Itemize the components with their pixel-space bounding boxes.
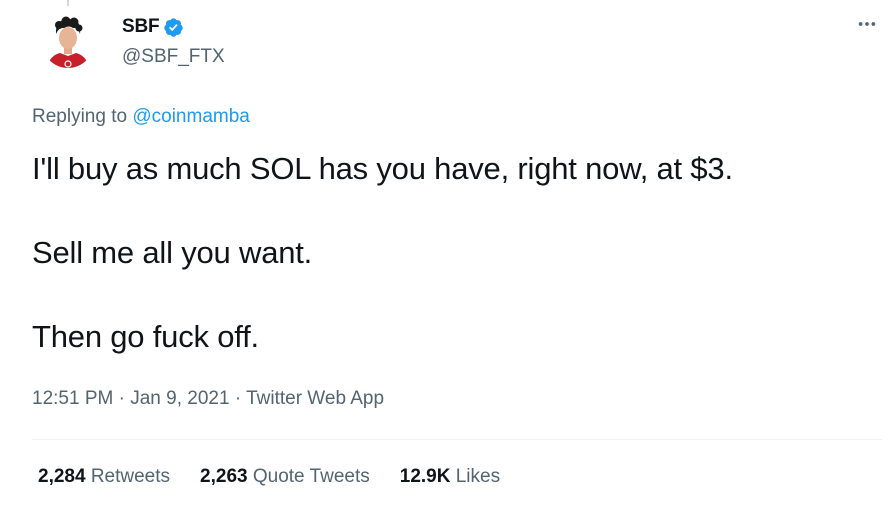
tweet-date-link[interactable]: Jan 9, 2021 [130,388,229,409]
tweet-text: I'll buy as much SOL has you have, right… [32,148,872,400]
retweets-label: Retweets [90,466,171,487]
replying-to-label: Replying to [32,106,128,127]
display-name[interactable]: SBF [122,16,160,38]
quote-tweets-stat[interactable]: 2,263 Quote Tweets [200,466,370,488]
quote-tweets-label: Quote Tweets [252,466,370,487]
profile-photo-icon [42,16,94,68]
more-options-button[interactable] [853,10,881,38]
avatar[interactable] [42,12,94,72]
engagement-stats: 2,284 Retweets 2,263 Quote Tweets 12.9K … [38,466,530,488]
reply-mention-link[interactable]: @coinmamba [132,106,250,127]
more-horizontal-icon [858,22,876,26]
retweets-count: 2,284 [38,466,86,487]
user-handle[interactable]: @SBF_FTX [122,46,225,68]
tweet-source-link[interactable]: Twitter Web App [246,388,384,409]
author-block[interactable]: SBF @SBF_FTX [122,14,225,68]
tweet-time-link[interactable]: 12:51 PM [32,388,113,409]
meta-separator: · [118,388,125,409]
divider [32,439,882,440]
tweet-line: Then go fuck off. [32,319,259,354]
replying-to: Replying to @coinmamba [32,106,250,128]
likes-stat[interactable]: 12.9K Likes [400,466,500,488]
tweet-line: I'll buy as much SOL has you have, right… [32,151,733,186]
likes-label: Likes [455,466,501,487]
tweet-metadata: 12:51 PM · Jan 9, 2021 · Twitter Web App [32,388,384,410]
thread-connector-line [67,0,69,6]
meta-separator: · [234,388,242,409]
verified-badge-icon [163,17,184,38]
likes-count: 12.9K [399,466,451,487]
quote-tweets-count: 2,263 [200,466,248,487]
retweets-stat[interactable]: 2,284 Retweets [38,466,170,488]
tweet-line: Sell me all you want. [32,235,313,270]
